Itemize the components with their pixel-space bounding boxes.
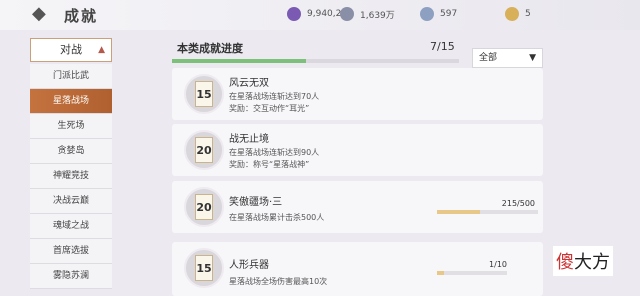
card-desc: 在星落战场连斩达到70人 [229, 92, 320, 101]
badge-value: 20 [195, 194, 213, 220]
chevron-up-icon: ▲ [98, 45, 105, 55]
card-desc: 在星落战场累计击杀500人 [229, 213, 325, 222]
medal-icon: 20 [184, 187, 224, 227]
filter-dropdown[interactable]: 全部 ▼ [472, 48, 543, 68]
medal-icon: 20 [184, 130, 224, 170]
resource-value: 1,639万 [360, 10, 395, 21]
card-reward: 奖励：称号“星落战神” [229, 160, 310, 169]
page-title: 成就 [64, 7, 99, 25]
progress-fill [172, 59, 306, 63]
resource-coin: 1,639万 [340, 5, 395, 23]
card-progress-fill [437, 210, 481, 214]
card-title: 笑傲疆场·三 [229, 197, 283, 208]
card-title: 人形兵器 [229, 260, 269, 271]
card-desc: 星落战场全场伤害最高10次 [229, 277, 328, 286]
achievement-card[interactable]: 20 笑傲疆场·三 在星落战场累计击杀500人 215/500 [172, 181, 543, 233]
achievement-card[interactable]: 15 人形兵器 星落战场全场伤害最高10次 1/10 [172, 242, 543, 296]
card-title: 战无止境 [229, 134, 269, 145]
sidebar-item[interactable]: 贪婪岛 [30, 139, 112, 164]
category-dropdown[interactable]: 对战 ▲ [30, 38, 112, 62]
watermark-part: 傻 [556, 252, 574, 273]
filter-label: 全部 [479, 53, 498, 63]
badge-value: 20 [195, 137, 213, 163]
resource-silver: 597 [420, 5, 457, 23]
silver-icon [420, 7, 434, 21]
card-progress-track [437, 271, 507, 275]
sidebar-item[interactable]: 神耀竞技 [30, 164, 112, 189]
watermark-part: 大方 [574, 252, 610, 273]
category-label: 对战 [60, 43, 82, 56]
resource-value: 597 [440, 9, 458, 19]
card-count: 215/500 [501, 199, 535, 208]
watermark: 傻大方 [553, 246, 613, 276]
progress-label: 本类成就进度 [177, 42, 243, 55]
badge-value: 15 [195, 255, 213, 281]
medal-icon: 15 [184, 74, 224, 114]
sidebar-item[interactable]: 魂域之战 [30, 214, 112, 239]
coin-icon [340, 7, 354, 21]
resource-gold: 5 [505, 5, 531, 23]
card-progress-fill [437, 271, 444, 275]
sidebar-item[interactable]: 门派比武 [30, 64, 112, 89]
progress-count: 7/15 [430, 40, 455, 53]
achievement-card[interactable]: 20 战无止境 在星落战场连斩达到90人 奖励：称号“星落战神” [172, 124, 543, 176]
sidebar-item[interactable]: 生死场 [30, 114, 112, 139]
medal-icon: 15 [184, 248, 224, 288]
card-count: 1/10 [489, 260, 507, 269]
card-desc: 在星落战场连斩达到90人 [229, 148, 320, 157]
sidebar-item[interactable]: 决战云巅 [30, 189, 112, 214]
sidebar-item-active[interactable]: 星落战场 [30, 89, 112, 114]
sidebar-item[interactable]: 雾隐苏澜 [30, 264, 112, 289]
resource-value: 5 [525, 9, 531, 19]
chevron-down-icon: ▼ [529, 53, 536, 63]
card-title: 风云无双 [229, 78, 269, 89]
card-reward: 奖励：交互动作“耳光” [229, 104, 310, 113]
achievement-card[interactable]: 15 风云无双 在星落战场连斩达到70人 奖励：交互动作“耳光” [172, 68, 543, 120]
sidebar-item[interactable]: 首席选拔 [30, 239, 112, 264]
gem-icon [287, 7, 301, 21]
gold-icon [505, 7, 519, 21]
back-icon[interactable]: ◆ [32, 4, 54, 24]
badge-value: 15 [195, 81, 213, 107]
